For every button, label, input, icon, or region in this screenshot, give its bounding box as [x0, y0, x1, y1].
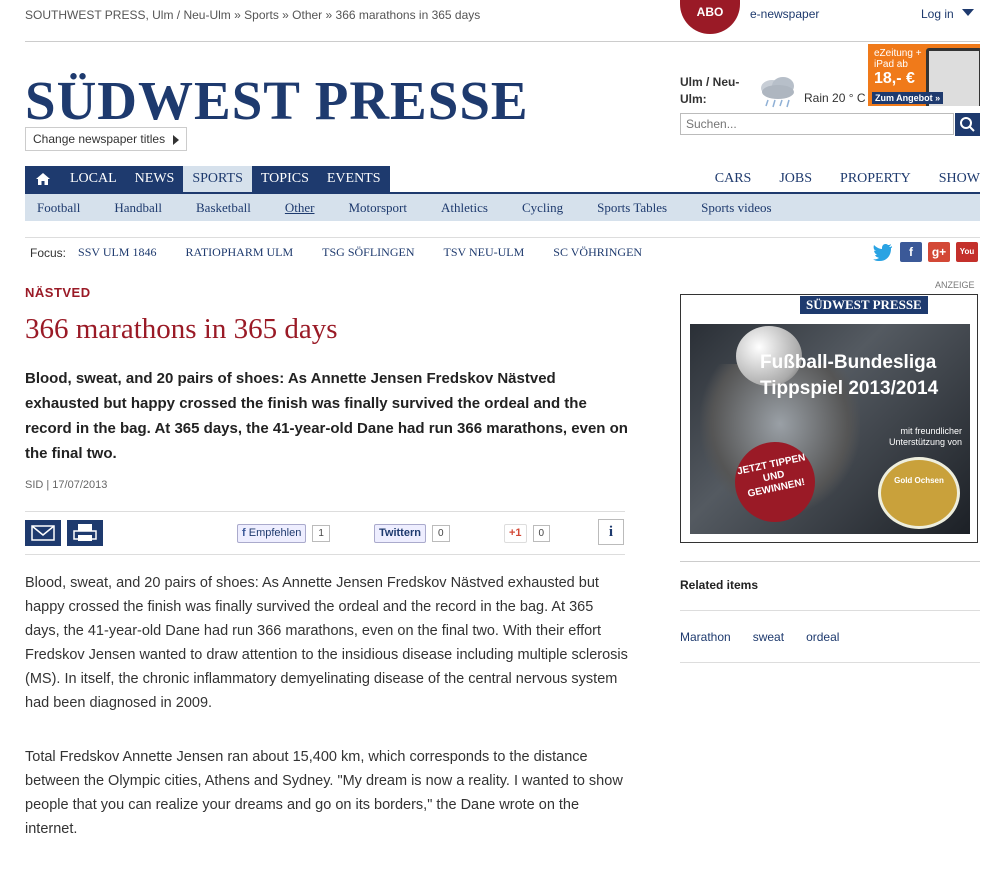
- article-paragraph: Blood, sweat, and 20 pairs of shoes: As …: [25, 575, 628, 711]
- facebook-share: f Empfehlen 1: [237, 524, 330, 543]
- facebook-like-button[interactable]: f Empfehlen: [237, 524, 307, 543]
- login-link[interactable]: Log in: [921, 7, 954, 21]
- tweet-button[interactable]: Twittern: [374, 524, 426, 543]
- subnav-other[interactable]: Other: [285, 194, 315, 221]
- article-meta: SID | 17/07/2013: [25, 479, 108, 491]
- gplus-share: +1 0: [504, 524, 551, 543]
- divider: [25, 41, 980, 42]
- gplus-label: +1: [509, 527, 522, 539]
- tag-link[interactable]: ordeal: [806, 630, 839, 644]
- advertisement[interactable]: SÜDWEST PRESSE Fußball-Bundesliga Tippsp…: [680, 294, 978, 543]
- gplus-count: 0: [532, 525, 551, 542]
- main-nav: LOCAL NEWS SPORTS TOPICS EVENTS: [25, 166, 390, 192]
- ad-brand: SÜDWEST PRESSE: [800, 296, 928, 314]
- article-paragraph: Total Fredskov Annette Jensen ran about …: [25, 749, 623, 837]
- nav-local[interactable]: LOCAL: [61, 166, 126, 192]
- breadcrumb: SOUTHWEST PRESS, Ulm / Neu-Ulm » Sports …: [25, 8, 481, 22]
- article-headline: 366 marathons in 365 days: [25, 313, 338, 345]
- chevron-right-icon: [173, 134, 180, 145]
- chevron-down-icon[interactable]: [962, 9, 974, 16]
- facebook-like-label: Empfehlen: [248, 527, 302, 539]
- gplus-button[interactable]: +1: [504, 524, 527, 543]
- focus-item[interactable]: TSV NEU-ULM: [444, 245, 525, 260]
- subnav-football[interactable]: Football: [37, 194, 80, 221]
- youtube-icon[interactable]: You: [956, 242, 978, 262]
- ezeitung-promo[interactable]: eZeitung + iPad ab 18,- € Zum Angebot »: [868, 44, 980, 106]
- info-button[interactable]: i: [598, 519, 624, 545]
- sponsor-logo: [878, 457, 960, 529]
- focus-item[interactable]: SSV ULM 1846: [78, 245, 156, 260]
- search-icon: [960, 117, 975, 132]
- promo-price: 18,- €: [874, 70, 915, 87]
- related-items-title: Related items: [680, 578, 759, 592]
- divider: [25, 511, 625, 512]
- nav-news[interactable]: NEWS: [125, 166, 184, 192]
- focus-bar: Focus: SSV ULM 1846 RATIOPHARM ULM TSG S…: [30, 245, 671, 260]
- site-logo[interactable]: SÜDWEST PRESSE: [25, 68, 529, 134]
- subnav-cycling[interactable]: Cycling: [522, 194, 563, 221]
- nav-cars[interactable]: CARS: [715, 166, 752, 192]
- subnav-handball[interactable]: Handball: [114, 194, 162, 221]
- weather-text: Rain 20 ° C: [804, 91, 866, 105]
- promo-text: eZeitung + iPad ab: [874, 48, 922, 70]
- nav-topics[interactable]: TOPICS: [251, 166, 318, 192]
- ad-label: ANZEIGE: [935, 280, 975, 290]
- divider: [25, 554, 625, 555]
- weather-city: Ulm / Neu-Ulm:: [680, 75, 740, 106]
- secondary-nav: CARS JOBS PROPERTY SHOW: [700, 166, 980, 192]
- google-plus-icon[interactable]: g+: [928, 242, 950, 262]
- facebook-icon[interactable]: f: [900, 242, 922, 262]
- social-links: f g+ You: [866, 242, 978, 262]
- focus-item[interactable]: SC VÖHRINGEN: [553, 245, 642, 260]
- ad-subtitle: Tippspiel 2013/2014: [760, 378, 939, 399]
- email-button[interactable]: [25, 520, 61, 546]
- focus-item[interactable]: TSG SÖFLINGEN: [322, 245, 414, 260]
- subnav-basketball[interactable]: Basketball: [196, 194, 251, 221]
- ad-cta-text: JETZT TIPPEN UND GEWINNEN!: [736, 452, 807, 500]
- abo-button[interactable]: ABO: [680, 0, 740, 34]
- subnav-sports-tables[interactable]: Sports Tables: [597, 194, 667, 221]
- rain-cloud-icon: [761, 77, 794, 108]
- change-titles-label: Change newspaper titles: [33, 132, 166, 146]
- tweet-label: Twittern: [379, 527, 421, 539]
- home-button[interactable]: [25, 166, 61, 192]
- nav-show[interactable]: SHOW: [939, 166, 980, 192]
- twitter-share: Twittern 0: [374, 524, 450, 543]
- ad-support-text: mit freundlicher Unterstützung von: [888, 426, 962, 447]
- nav-events[interactable]: EVENTS: [317, 166, 390, 192]
- subnav-motorsport[interactable]: Motorsport: [349, 194, 408, 221]
- nav-property[interactable]: PROPERTY: [840, 166, 911, 192]
- ad-image: Fußball-Bundesliga Tippspiel 2013/2014 m…: [690, 324, 970, 534]
- twitter-icon[interactable]: [872, 242, 894, 262]
- promo-cta[interactable]: Zum Angebot »: [872, 92, 944, 104]
- nav-jobs[interactable]: JOBS: [779, 166, 812, 192]
- tag-link[interactable]: sweat: [753, 630, 784, 644]
- focus-item[interactable]: RATIOPHARM ULM: [185, 245, 293, 260]
- search-button[interactable]: [955, 113, 980, 136]
- divider: [680, 561, 980, 562]
- article-kicker: NÄSTVED: [25, 285, 91, 300]
- divider: [25, 237, 980, 238]
- divider: [680, 610, 980, 611]
- subnav-sports-videos[interactable]: Sports videos: [701, 194, 771, 221]
- nav-sports[interactable]: SPORTS: [183, 166, 252, 192]
- facebook-count: 1: [312, 525, 330, 542]
- printer-icon: [73, 524, 97, 541]
- print-button[interactable]: [67, 520, 103, 546]
- sub-nav: Football Handball Basketball Other Motor…: [25, 194, 980, 221]
- twitter-count: 0: [431, 525, 450, 542]
- subnav-athletics[interactable]: Athletics: [441, 194, 488, 221]
- article-lead: Blood, sweat, and 20 pairs of shoes: As …: [25, 370, 628, 462]
- related-tags: Marathon sweat ordeal: [680, 630, 861, 644]
- sponsor-logo-text: Gold Ochsen: [894, 476, 944, 485]
- mail-icon: [31, 525, 55, 541]
- tag-link[interactable]: Marathon: [680, 630, 731, 644]
- change-titles-button[interactable]: Change newspaper titles: [25, 127, 188, 151]
- enewspaper-link[interactable]: e-newspaper: [750, 7, 819, 21]
- search-input[interactable]: [680, 113, 954, 135]
- ad-title: Fußball-Bundesliga: [760, 352, 937, 373]
- home-icon: [36, 173, 50, 185]
- focus-label: Focus:: [30, 245, 67, 260]
- divider: [680, 662, 980, 663]
